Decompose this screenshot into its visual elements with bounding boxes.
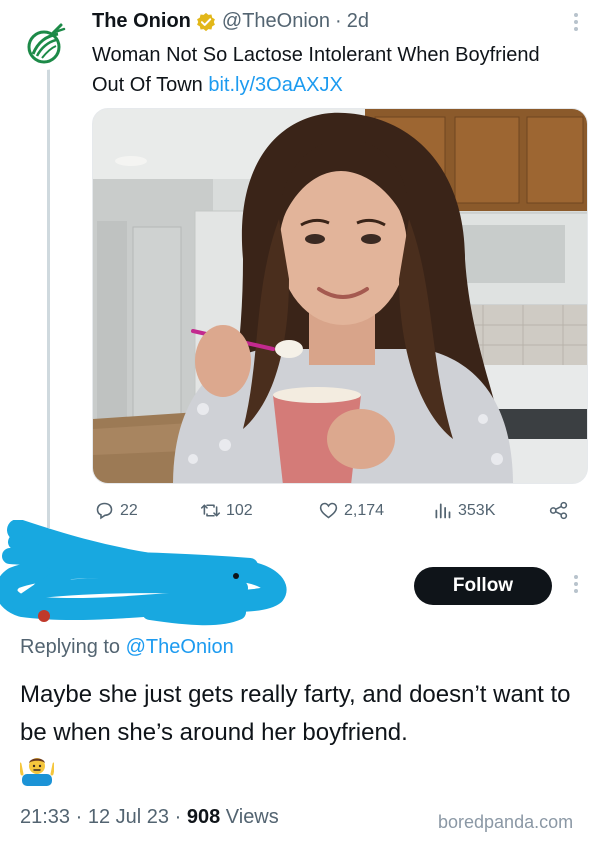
tweet-photo[interactable]: [92, 108, 588, 484]
reply-views-label: Views: [225, 806, 279, 828]
reply-time[interactable]: 21:33: [20, 806, 70, 828]
share-action[interactable]: [548, 500, 574, 521]
woman-eating-ice-cream-image: [93, 109, 587, 483]
reply-count: 22: [120, 501, 138, 519]
reply-meta: 21:33 · 12 Jul 23 · 908 Views: [20, 806, 279, 829]
reply-date[interactable]: 12 Jul 23: [88, 806, 169, 828]
reply-views-count: 908: [186, 806, 221, 828]
retweet-count: 102: [226, 501, 253, 519]
verified-badge-icon: [196, 12, 215, 31]
tweet-text: Woman Not So Lactose Intolerant When Boy…: [92, 40, 572, 100]
retweet-icon: [200, 504, 221, 517]
like-action[interactable]: 2,174: [318, 500, 384, 521]
reply-more-icon[interactable]: [566, 572, 586, 598]
watermark-text: boredpanda.com: [438, 812, 574, 832]
views-bar-chart-icon: [435, 503, 451, 519]
reply-action[interactable]: 22: [94, 500, 138, 521]
man-shrugging-emoji: [20, 758, 54, 786]
tweet-header: The Onion @TheOnion · 2d: [92, 10, 369, 33]
tweet-link[interactable]: bit.ly/3OaAXJX: [208, 74, 343, 96]
meta-separator: ·: [75, 806, 83, 828]
share-icon: [549, 501, 568, 520]
views-count: 353K: [458, 501, 496, 519]
reply-text: Maybe she just gets really farty, and do…: [20, 681, 571, 746]
thread-connector-line: [47, 68, 50, 528]
reply-icon: [96, 502, 113, 520]
meta-separator: ·: [174, 806, 182, 828]
like-count: 2,174: [344, 501, 385, 519]
follow-button[interactable]: Follow: [414, 567, 552, 605]
views-action[interactable]: 353K: [432, 500, 495, 521]
replying-prefix: Replying to: [20, 636, 126, 658]
onion-avatar[interactable]: [20, 20, 70, 70]
author-name[interactable]: The Onion: [92, 10, 191, 33]
onion-logo-icon: [27, 23, 66, 64]
redaction-scribble: [0, 520, 287, 626]
tweet-time[interactable]: 2d: [347, 10, 369, 33]
replying-handle-link[interactable]: @TheOnion: [126, 636, 234, 658]
time-separator: ·: [335, 10, 342, 32]
author-handle[interactable]: @TheOnion: [222, 10, 330, 33]
retweet-action[interactable]: 102: [200, 500, 253, 521]
replying-to-line: Replying to @TheOnion: [20, 636, 234, 659]
tweet-more-icon[interactable]: [566, 10, 586, 34]
heart-icon: [319, 502, 338, 519]
